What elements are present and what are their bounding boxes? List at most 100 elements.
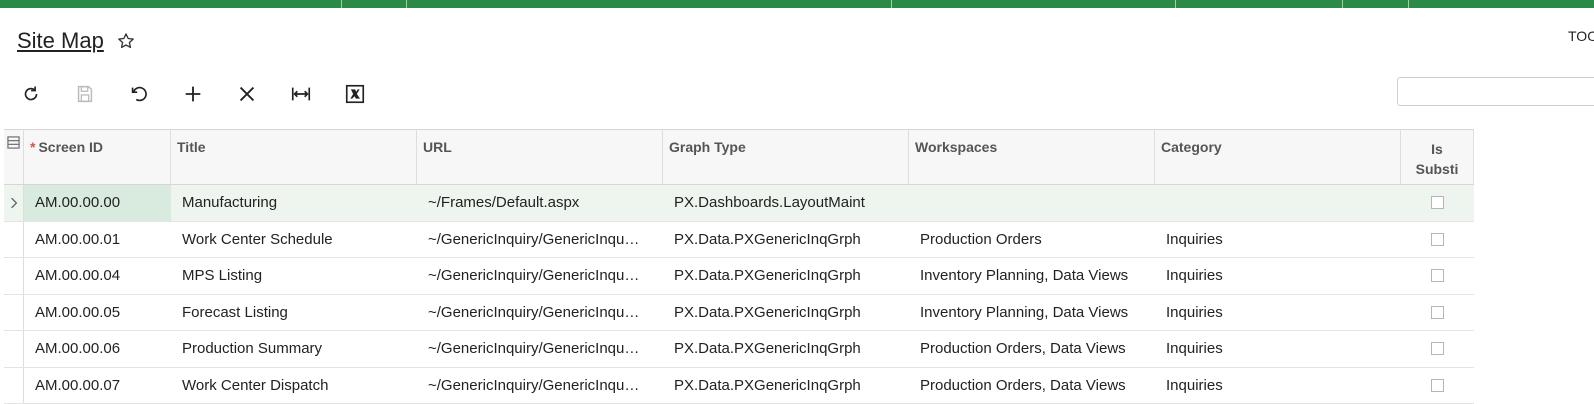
column-header-is-substitute[interactable]: Is Substi [1401, 130, 1474, 184]
cell-url[interactable]: ~/GenericInquiry/GenericInqu… [417, 222, 663, 258]
column-chooser-icon[interactable] [4, 130, 24, 184]
cell-workspaces[interactable]: Production Orders, Data Views [909, 368, 1155, 404]
column-header-category[interactable]: Category [1155, 130, 1401, 184]
grid-header: *Screen ID Title URL Graph Type Workspac… [4, 129, 1474, 185]
cell-screen-id[interactable]: AM.00.00.01 [24, 222, 171, 258]
fit-to-screen-button[interactable] [283, 78, 319, 110]
cell-screen-id[interactable]: AM.00.00.07 [24, 368, 171, 404]
row-selector[interactable] [4, 258, 24, 294]
page-title[interactable]: Site Map [17, 28, 104, 54]
cell-title[interactable]: Forecast Listing [171, 295, 417, 331]
table-row[interactable]: AM.00.00.07Work Center Dispatch~/Generic… [4, 368, 1474, 404]
row-selector[interactable] [4, 222, 24, 258]
table-row[interactable]: AM.00.00.00Manufacturing~/Frames/Default… [4, 185, 1474, 222]
favorite-star-icon[interactable] [116, 31, 136, 51]
column-header-title[interactable]: Title [171, 130, 417, 184]
cell-graph-type[interactable]: PX.Data.PXGenericInqGrph [663, 258, 909, 294]
table-row[interactable]: AM.00.00.01Work Center Schedule~/Generic… [4, 222, 1474, 259]
add-row-button[interactable] [175, 78, 211, 110]
column-header-workspaces[interactable]: Workspaces [909, 130, 1155, 184]
is-substitute-checkbox[interactable] [1431, 379, 1444, 392]
top-nav-divider [406, 0, 407, 8]
is-substitute-checkbox[interactable] [1431, 233, 1444, 246]
cell-is-substitute [1401, 331, 1474, 367]
cell-workspaces[interactable]: Production Orders, Data Views [909, 331, 1155, 367]
cell-is-substitute [1401, 368, 1474, 404]
column-header-label: Screen ID [38, 139, 103, 155]
cell-category[interactable] [1155, 185, 1401, 221]
cell-url[interactable]: ~/Frames/Default.aspx [417, 185, 663, 221]
cell-graph-type[interactable]: PX.Dashboards.LayoutMaint [663, 185, 909, 221]
delete-row-button[interactable] [229, 78, 265, 110]
is-substitute-checkbox[interactable] [1431, 269, 1444, 282]
row-selector[interactable] [4, 185, 24, 221]
cell-screen-id[interactable]: AM.00.00.05 [24, 295, 171, 331]
cell-url[interactable]: ~/GenericInquiry/GenericInqu… [417, 258, 663, 294]
export-excel-button[interactable] [337, 78, 373, 110]
cell-title[interactable]: Work Center Schedule [171, 222, 417, 258]
cell-graph-type[interactable]: PX.Data.PXGenericInqGrph [663, 368, 909, 404]
cell-url[interactable]: ~/GenericInquiry/GenericInqu… [417, 368, 663, 404]
search-input[interactable] [1397, 77, 1594, 106]
column-header-screen-id[interactable]: *Screen ID [24, 130, 171, 184]
column-header-graph-type[interactable]: Graph Type [663, 130, 909, 184]
excel-icon [344, 83, 366, 105]
cell-graph-type[interactable]: PX.Data.PXGenericInqGrph [663, 331, 909, 367]
cell-is-substitute [1401, 222, 1474, 258]
cell-graph-type[interactable]: PX.Data.PXGenericInqGrph [663, 295, 909, 331]
is-substitute-checkbox[interactable] [1431, 196, 1444, 209]
undo-icon [128, 83, 150, 105]
top-nav-divider [1175, 0, 1176, 8]
close-icon [236, 83, 258, 105]
is-substitute-checkbox[interactable] [1431, 306, 1444, 319]
chevron-right-icon [10, 197, 18, 209]
title-row: Site Map [17, 26, 136, 56]
table-row[interactable]: AM.00.00.05Forecast Listing~/GenericInqu… [4, 295, 1474, 332]
is-substitute-checkbox[interactable] [1431, 342, 1444, 355]
cell-is-substitute [1401, 295, 1474, 331]
save-button[interactable] [67, 78, 103, 110]
cell-title[interactable]: Work Center Dispatch [171, 368, 417, 404]
cell-workspaces[interactable] [909, 185, 1155, 221]
cell-category[interactable]: Inquiries [1155, 295, 1401, 331]
cell-screen-id[interactable]: AM.00.00.06 [24, 331, 171, 367]
row-selector[interactable] [4, 368, 24, 404]
cell-category[interactable]: Inquiries [1155, 222, 1401, 258]
cell-screen-id[interactable]: AM.00.00.00 [24, 185, 171, 221]
cell-screen-id[interactable]: AM.00.00.04 [24, 258, 171, 294]
cell-is-substitute [1401, 258, 1474, 294]
cell-url[interactable]: ~/GenericInquiry/GenericInqu… [417, 331, 663, 367]
cell-title[interactable]: Manufacturing [171, 185, 417, 221]
site-map-grid: *Screen ID Title URL Graph Type Workspac… [4, 129, 1474, 404]
column-header-url[interactable]: URL [417, 130, 663, 184]
top-nav-divider [341, 0, 342, 8]
fit-width-icon [290, 83, 312, 105]
cell-is-substitute [1401, 185, 1474, 221]
plus-icon [182, 83, 204, 105]
table-row[interactable]: AM.00.00.04MPS Listing~/GenericInquiry/G… [4, 258, 1474, 295]
refresh-button[interactable] [13, 78, 49, 110]
toolbar [13, 78, 391, 110]
grid-body: AM.00.00.00Manufacturing~/Frames/Default… [4, 185, 1474, 404]
cell-workspaces[interactable]: Production Orders [909, 222, 1155, 258]
cell-title[interactable]: Production Summary [171, 331, 417, 367]
cell-url[interactable]: ~/GenericInquiry/GenericInqu… [417, 295, 663, 331]
cell-category[interactable]: Inquiries [1155, 331, 1401, 367]
cell-workspaces[interactable]: Inventory Planning, Data Views [909, 295, 1155, 331]
refresh-icon [20, 83, 42, 105]
cell-category[interactable]: Inquiries [1155, 368, 1401, 404]
cell-title[interactable]: MPS Listing [171, 258, 417, 294]
top-nav-divider [891, 0, 892, 8]
undo-button[interactable] [121, 78, 157, 110]
row-selector[interactable] [4, 295, 24, 331]
save-icon [74, 83, 96, 105]
table-row[interactable]: AM.00.00.06Production Summary~/GenericIn… [4, 331, 1474, 368]
tools-menu[interactable]: TOOLS [1568, 28, 1594, 44]
top-nav-bar [0, 0, 1594, 8]
cell-category[interactable]: Inquiries [1155, 258, 1401, 294]
top-nav-divider [1342, 0, 1343, 8]
cell-graph-type[interactable]: PX.Data.PXGenericInqGrph [663, 222, 909, 258]
top-nav-divider [1408, 0, 1409, 8]
cell-workspaces[interactable]: Inventory Planning, Data Views [909, 258, 1155, 294]
row-selector[interactable] [4, 331, 24, 367]
